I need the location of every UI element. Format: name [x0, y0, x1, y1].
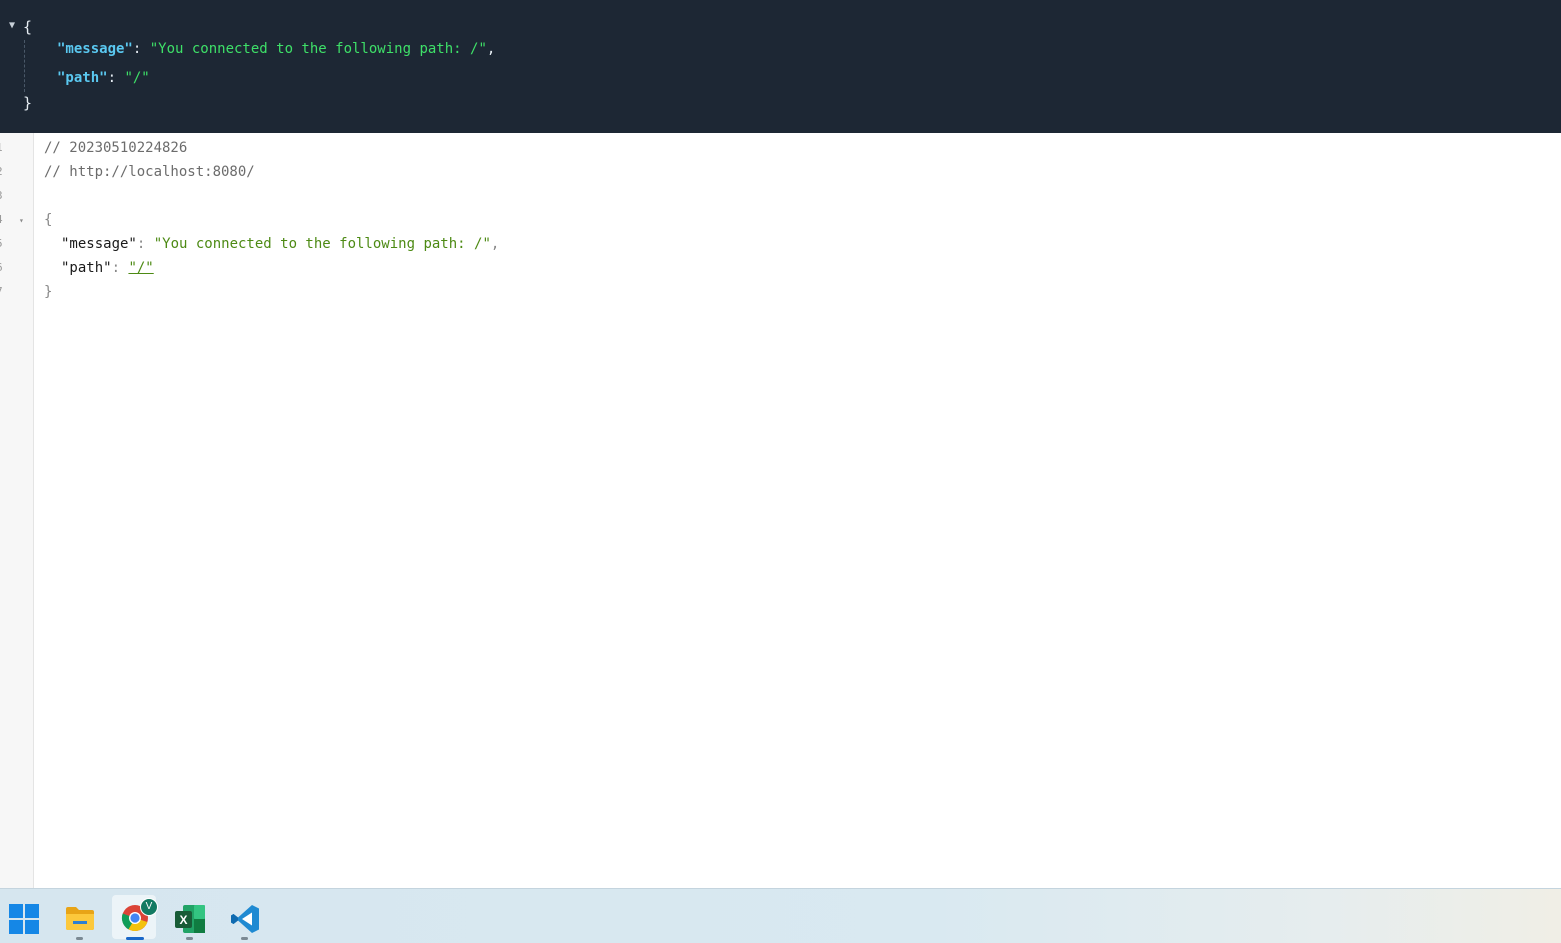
file-explorer-button[interactable] — [57, 895, 101, 940]
source-comma: , — [490, 236, 500, 252]
excel-icon: X — [175, 905, 205, 933]
source-key-path: "path" — [61, 260, 112, 276]
line-number: 6 — [0, 261, 3, 274]
source-key-message: "message" — [61, 236, 137, 252]
json-entry-message: "message": "You connected to the followi… — [57, 41, 495, 57]
line-number: 4 — [0, 213, 3, 226]
running-indicator — [241, 937, 248, 940]
chrome-button[interactable]: V — [112, 895, 158, 940]
line-number: 5 — [0, 237, 3, 250]
source-value-path-link[interactable]: "/" — [128, 260, 153, 276]
line-number: 7 — [0, 285, 3, 298]
excel-letter: X — [179, 913, 187, 927]
line-number-gutter: 1 2 3 4 ▾ 5 6 7 — [0, 133, 34, 888]
vscode-icon — [231, 905, 259, 933]
raw-source-pane: 1 2 3 4 ▾ 5 6 7 // 20230510224826 // htt… — [0, 133, 1561, 888]
fold-arrow-icon[interactable]: ▾ — [19, 216, 24, 225]
source-value-message: "You connected to the following path: /" — [153, 236, 491, 252]
source-brace-close: } — [44, 284, 53, 300]
active-indicator — [126, 937, 144, 940]
line-number: 3 — [0, 189, 3, 202]
json-comma: , — [486, 41, 496, 57]
json-colon: : — [132, 41, 150, 57]
running-indicator — [76, 937, 83, 940]
collapse-toggle-icon[interactable]: ▼ — [9, 20, 15, 31]
json-viewer-pane: ▼ { "message": "You connected to the fol… — [0, 0, 1561, 133]
start-button[interactable] — [1, 895, 45, 939]
json-value-message: "You connected to the following path: /" — [149, 41, 487, 57]
json-brace-close: } — [23, 94, 33, 112]
source-line-message: "message": "You connected to the followi… — [61, 236, 499, 252]
json-key-path: "path" — [57, 70, 108, 86]
source-line-path: "path": "/" — [61, 260, 154, 276]
profile-badge: V — [140, 898, 158, 916]
json-brace-open: { — [23, 18, 33, 36]
line-number: 1 — [0, 141, 3, 154]
indent-guide — [24, 40, 25, 92]
json-value-path: "/" — [124, 70, 150, 86]
line-number: 2 — [0, 165, 3, 178]
folder-icon — [66, 907, 94, 930]
source-colon: : — [136, 236, 154, 252]
taskbar: V X — [0, 888, 1561, 943]
vscode-button[interactable] — [222, 895, 266, 940]
source-colon: : — [111, 260, 129, 276]
source-brace-open: { — [44, 212, 53, 228]
comment-url: // http://localhost:8080/ — [44, 164, 255, 180]
windows-logo-icon — [9, 904, 39, 934]
comment-timestamp: // 20230510224826 — [44, 140, 188, 156]
json-key-message: "message" — [57, 41, 133, 57]
json-colon: : — [107, 70, 125, 86]
json-entry-path: "path": "/" — [57, 70, 150, 86]
running-indicator — [186, 937, 193, 940]
excel-button[interactable]: X — [167, 895, 211, 940]
